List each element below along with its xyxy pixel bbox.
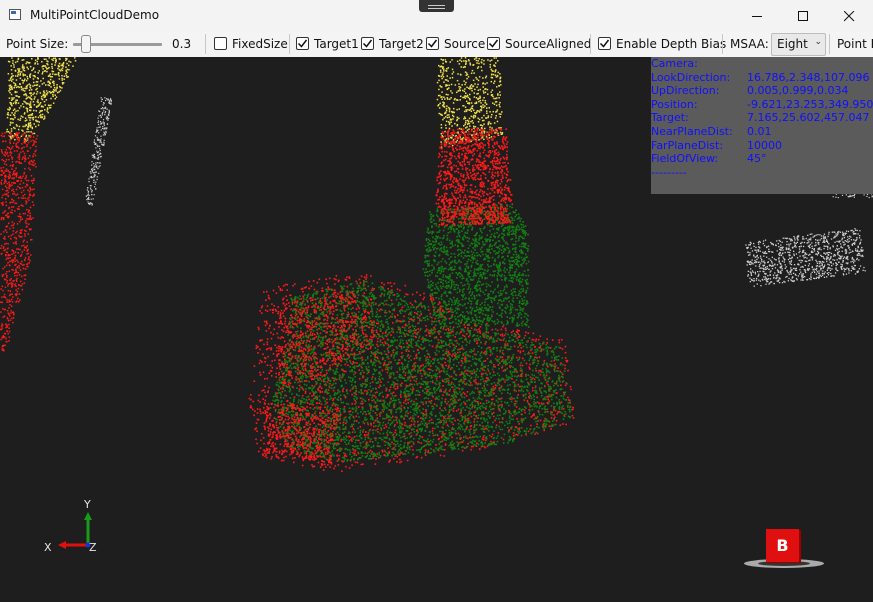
- window-title: MultiPointCloudDemo: [30, 8, 160, 22]
- fixed-size-checkbox[interactable]: [214, 37, 227, 50]
- toolbar-separator: [590, 34, 591, 54]
- yellow-point-cloud-left: [6, 57, 77, 143]
- app-icon: [9, 9, 21, 20]
- maximize-button[interactable]: [780, 0, 826, 32]
- fixed-size-label: FixedSize: [232, 37, 288, 51]
- z-axis-label: Z: [89, 541, 97, 554]
- msaa-label: MSAA:: [730, 37, 769, 51]
- red-point-cloud-left: [0, 132, 39, 352]
- red-point-cloud-upper: [435, 128, 514, 209]
- 3d-viewport[interactable]: Camera: LookDirection: 16.786,2.348,107.…: [0, 57, 873, 602]
- checkmark-icon: [488, 39, 499, 48]
- camera-info-value: 45°: [747, 152, 767, 166]
- camera-info-value: 0.005,0.999,0.034: [747, 84, 849, 98]
- toolbar-separator: [289, 34, 290, 54]
- camera-info-value: 16.786,2.348,107.096: [747, 70, 870, 84]
- close-button[interactable]: [826, 0, 872, 32]
- camera-info-key: NearPlaneDist:: [651, 125, 733, 138]
- target2-label: Target2: [379, 37, 424, 51]
- checkmark-icon: [297, 39, 308, 48]
- msaa-selected-value: Eight: [777, 37, 808, 51]
- camera-info-value: 10000: [747, 138, 782, 152]
- chevron-down-icon: ⌄: [814, 37, 822, 47]
- toolbar-separator: [205, 34, 206, 54]
- camera-info-key: LookDirection:: [651, 70, 731, 84]
- source-aligned-checkbox[interactable]: [487, 37, 500, 50]
- depth-bias-checkbox[interactable]: [598, 37, 611, 50]
- snap-grip-icon[interactable]: [419, 0, 454, 12]
- source-aligned-label: SourceAligned: [505, 37, 592, 51]
- camera-info-key: Position:: [651, 97, 698, 111]
- point-size-slider-thumb[interactable]: [81, 35, 92, 53]
- target1-label: Target1: [314, 37, 359, 51]
- camera-info-value: -9.621,23.253,349.950: [747, 97, 873, 111]
- y-axis-label: Y: [84, 498, 91, 511]
- checkmark-icon: [599, 39, 610, 48]
- x-axis-label: X: [44, 541, 52, 554]
- depth-bias-label: Enable Depth Bias: [616, 37, 727, 51]
- toolbar-separator: [829, 34, 830, 54]
- toolbar: Point Size: 0.3 FixedSize Target1 Target…: [0, 32, 873, 57]
- checkmark-icon: [427, 39, 438, 48]
- view-cube-face-label: B: [776, 536, 789, 555]
- camera-info-value: 7.165,25.602,457.047: [747, 111, 870, 125]
- point-size-label: Point Size:: [6, 37, 69, 51]
- point-size-value: 0.3: [172, 37, 192, 51]
- source-checkbox[interactable]: [426, 37, 439, 50]
- gray-point-cloud-right: [745, 228, 866, 287]
- camera-info-panel: Camera: LookDirection: 16.786,2.348,107.…: [651, 57, 873, 194]
- minimize-button[interactable]: [734, 0, 780, 32]
- source-label: Source: [444, 37, 486, 51]
- msaa-dropdown[interactable]: Eight ⌄: [771, 33, 826, 56]
- camera-info-key: UpDirection:: [651, 84, 720, 98]
- minimize-icon: [751, 15, 762, 17]
- point-renderer-label: Point R: [837, 37, 873, 51]
- camera-info-value: 0.01: [747, 125, 772, 138]
- close-icon: [843, 10, 854, 21]
- title-bar: MultiPointCloudDemo: [0, 0, 873, 32]
- coordinate-axes-icon: [58, 512, 92, 549]
- camera-info-key: FieldOfView:: [651, 152, 719, 166]
- toolbar-separator: [722, 34, 723, 54]
- view-cube[interactable]: B: [766, 529, 799, 562]
- camera-info-header: Camera:: [651, 57, 698, 70]
- checkmark-icon: [362, 39, 373, 48]
- gray-point-cloud-left: [85, 97, 112, 206]
- target2-checkbox[interactable]: [361, 37, 374, 50]
- maximize-icon: [797, 10, 808, 21]
- camera-info-footer: ---------: [651, 165, 687, 179]
- camera-info-key: FarPlaneDist:: [651, 138, 724, 152]
- camera-info-key: Target:: [651, 111, 689, 125]
- target1-checkbox[interactable]: [296, 37, 309, 50]
